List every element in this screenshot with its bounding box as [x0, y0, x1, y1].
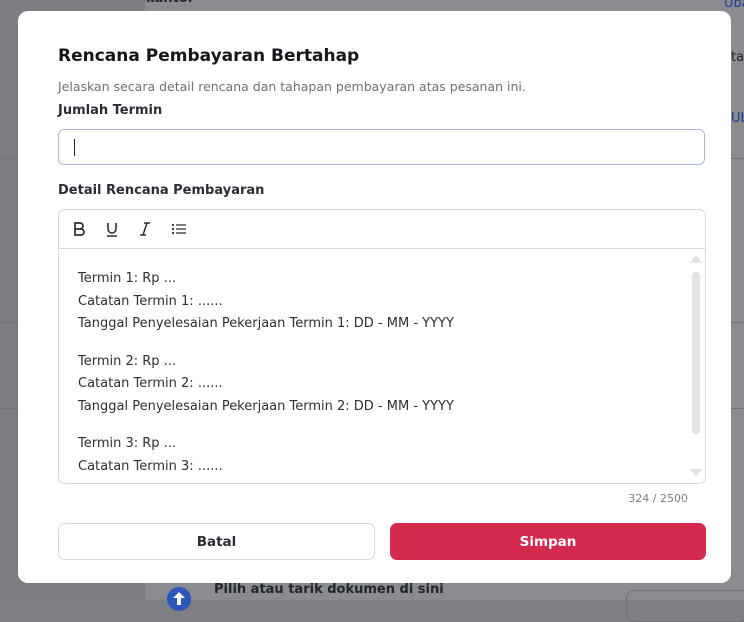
term-2-amount-line: Termin 2: Rp ...: [78, 353, 177, 369]
term-2-date-line: Tanggal Penyelesaian Pekerjaan Termin 2:…: [78, 398, 454, 414]
term-1-amount-line: Termin 1: Rp ...: [78, 271, 177, 286]
italic-button[interactable]: [134, 219, 156, 239]
editor-scroll-up-arrow[interactable]: [690, 255, 702, 263]
bold-button[interactable]: [68, 219, 90, 239]
terms-count-input[interactable]: [58, 129, 705, 165]
editor-toolbar: [59, 210, 705, 249]
payment-plan-modal: Rencana Pembayaran Bertahap Jelaskan sec…: [18, 11, 731, 583]
editor-scrollbar[interactable]: [692, 272, 700, 434]
upload-icon: [167, 587, 191, 611]
underline-button[interactable]: [101, 219, 123, 239]
character-counter: 324 / 2500: [628, 492, 688, 505]
modal-title: Rencana Pembayaran Bertahap: [58, 46, 360, 66]
modal-subtitle: Jelaskan secara detail rencana dan tahap…: [58, 79, 526, 94]
terms-count-label: Jumlah Termin: [58, 103, 163, 118]
bold-icon: [74, 222, 85, 236]
italic-icon: [140, 222, 150, 236]
text-caret: [74, 139, 75, 156]
bullet-list-button[interactable]: [168, 219, 190, 239]
editor-scroll-down-arrow[interactable]: [690, 469, 702, 477]
payment-detail-editor[interactable]: Termin 1: Rp ... Catatan Termin 1: .....…: [58, 209, 706, 484]
save-button[interactable]: Simpan: [390, 523, 706, 560]
bullet-list-icon: [171, 223, 186, 235]
term-3-amount-line: Termin 3: Rp ...: [78, 436, 177, 451]
term-2-note-line: Catatan Termin 2: ......: [78, 376, 223, 391]
cancel-button[interactable]: Batal: [58, 523, 375, 560]
term-1-note-line: Catatan Termin 1: ......: [78, 293, 223, 309]
background-text: tar: [731, 50, 744, 65]
term-1-date-line: Tanggal Penyelesaian Pekerjaan Termin 1:…: [78, 316, 454, 331]
upload-hint: Pilih atau tarik dokumen di sini: [214, 582, 444, 597]
background-label: kantor: [146, 0, 194, 6]
background-button[interactable]: [626, 590, 744, 622]
editor-content[interactable]: Termin 1: Rp ... Catatan Termin 1: .....…: [78, 268, 454, 478]
underline-icon: [107, 223, 117, 237]
background-change-link[interactable]: Uba: [724, 0, 744, 11]
payment-detail-label: Detail Rencana Pembayaran: [58, 183, 265, 198]
term-3-note-line: Catatan Termin 3: ......: [78, 458, 223, 474]
background-change-link[interactable]: Uba: [731, 111, 744, 126]
